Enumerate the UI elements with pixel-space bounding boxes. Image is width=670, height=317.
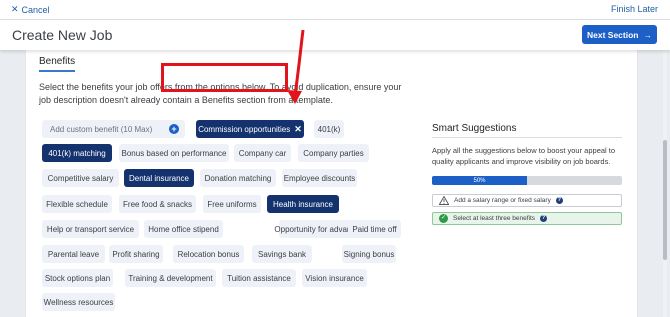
custom-benefit-placeholder: Add custom benefit (10 Max) [50, 124, 153, 134]
heading-underline [39, 70, 75, 72]
benefit-chip-label: Relocation bonus [177, 249, 240, 259]
finish-later-link[interactable]: Finish Later [611, 4, 658, 14]
benefit-chip-label: Commission opportunities [198, 124, 291, 134]
benefit-chip-label: Savings bank [257, 249, 307, 259]
top-bar: ✕ Cancel Finish Later [0, 0, 670, 20]
next-section-label: Next Section [587, 29, 639, 40]
benefit-chip[interactable]: 401(k) matching [42, 144, 112, 162]
benefit-chip-label: 401(k) [317, 124, 341, 134]
benefit-chip-label: Dental insurance [128, 173, 190, 183]
smart-divider [432, 137, 622, 138]
benefit-chip[interactable]: Relocation bonus [173, 245, 244, 263]
cancel-link[interactable]: ✕ Cancel [11, 4, 50, 15]
help-icon[interactable]: ? [555, 197, 563, 204]
benefit-chip-label: Tuition assistance [227, 273, 291, 283]
benefit-chip-label: Free food & snacks [123, 199, 192, 209]
benefit-chip[interactable]: Free uniforms [203, 195, 261, 213]
benefit-chip-label: Company car [238, 148, 287, 158]
benefit-chip-label: 401(k) matching [48, 148, 106, 158]
benefit-chip[interactable]: Parental leave [42, 245, 105, 263]
arrow-right-icon: → [643, 29, 653, 40]
benefit-chip[interactable]: Flexible schedule [42, 195, 112, 213]
check-icon: ✓ [439, 214, 448, 223]
add-icon[interactable]: + [169, 124, 179, 134]
benefit-chip-label: Free uniforms [207, 199, 257, 209]
benefit-chip-label: Training & development [128, 273, 213, 283]
benefit-chip[interactable]: Wellness resources [42, 293, 115, 311]
benefit-chip[interactable]: Competitive salary [42, 169, 119, 187]
benefit-chip[interactable]: 401(k) [314, 120, 344, 138]
benefit-chip-label: Competitive salary [47, 173, 114, 183]
benefit-chip-label: Flexible schedule [46, 199, 108, 209]
benefit-chip[interactable]: Stock options plan [42, 269, 113, 287]
benefit-chip[interactable]: Home office stipend [144, 220, 223, 238]
benefit-chip-label: Home office stipend [148, 224, 219, 234]
benefit-chip[interactable]: Tuition assistance [222, 269, 296, 287]
benefit-chip-label: Health insurance [272, 199, 334, 209]
suggestion-label: Select at least three benefits [453, 215, 536, 222]
close-icon: ✕ [11, 4, 19, 14]
smart-suggestions-description: Apply all the suggestions below to boost… [432, 146, 616, 166]
benefit-chip[interactable]: Help or transport service [42, 220, 139, 238]
benefit-chip[interactable]: Donation matching [200, 169, 276, 187]
suggestion-salary[interactable]: Add a salary range or fixed salary ? [432, 194, 622, 207]
smart-suggestions-title: Smart Suggestions [432, 123, 517, 134]
benefit-chip[interactable]: Signing bonus [342, 245, 396, 263]
benefits-card: Benefits Select the benefits your job of… [25, 50, 638, 317]
benefit-chip-label: Company parties [303, 148, 364, 158]
custom-benefit-input[interactable]: Add custom benefit (10 Max) + [42, 120, 185, 138]
benefit-chip[interactable]: Paid time off [348, 220, 401, 238]
benefit-chip-label: Donation matching [204, 173, 272, 183]
suggestions-progress-bar: 50% [432, 176, 622, 185]
benefit-chip-label: Bonus based on performance [121, 148, 227, 158]
benefit-chip-label: Help or transport service [46, 224, 135, 234]
benefit-chip[interactable]: Vision insurance [302, 269, 367, 287]
benefit-chip[interactable]: Company car [234, 144, 291, 162]
benefit-chip[interactable]: Commission opportunities ✕ [196, 120, 304, 138]
benefit-chip[interactable]: Employee discounts [282, 169, 357, 187]
scrollbar-thumb[interactable] [663, 140, 667, 260]
benefit-chip-label: Vision insurance [305, 273, 364, 283]
benefit-chip-label: Profit sharing [112, 249, 160, 259]
remove-icon[interactable]: ✕ [294, 124, 302, 135]
benefit-chip-label: Employee discounts [283, 173, 356, 183]
benefit-chip[interactable]: Savings bank [252, 245, 312, 263]
page-title: Create New Job [12, 27, 113, 43]
benefit-chip[interactable]: Dental insurance [124, 169, 194, 187]
cancel-label: Cancel [21, 4, 50, 15]
help-icon[interactable]: ? [540, 215, 548, 222]
suggestion-label: Add a salary range or fixed salary [454, 197, 551, 204]
section-heading: Benefits [39, 56, 76, 67]
benefit-chip-label: Stock options plan [44, 273, 111, 283]
progress-fill: 50% [432, 176, 527, 185]
benefit-chip[interactable]: Health insurance [267, 195, 339, 213]
section-description: Select the benefits your job offers from… [39, 82, 402, 105]
warning-icon [439, 196, 449, 205]
benefit-chip[interactable]: Training & development [125, 269, 216, 287]
benefit-chip-label: Parental leave [47, 249, 100, 259]
suggestion-benefits[interactable]: ✓ Select at least three benefits ? [432, 212, 622, 225]
benefit-chip[interactable]: Profit sharing [109, 245, 163, 263]
benefit-chip[interactable]: Company parties [298, 144, 369, 162]
benefit-chip[interactable]: Bonus based on performance [119, 144, 229, 162]
benefit-chip-label: Signing bonus [343, 249, 395, 259]
next-section-button[interactable]: Next Section → [582, 25, 657, 44]
benefit-chip-label: Paid time off [352, 224, 397, 234]
benefit-chip[interactable]: Free food & snacks [119, 195, 196, 213]
benefit-chip-label: Wellness resources [43, 297, 114, 307]
title-bar: Create New Job Next Section → [0, 20, 670, 50]
